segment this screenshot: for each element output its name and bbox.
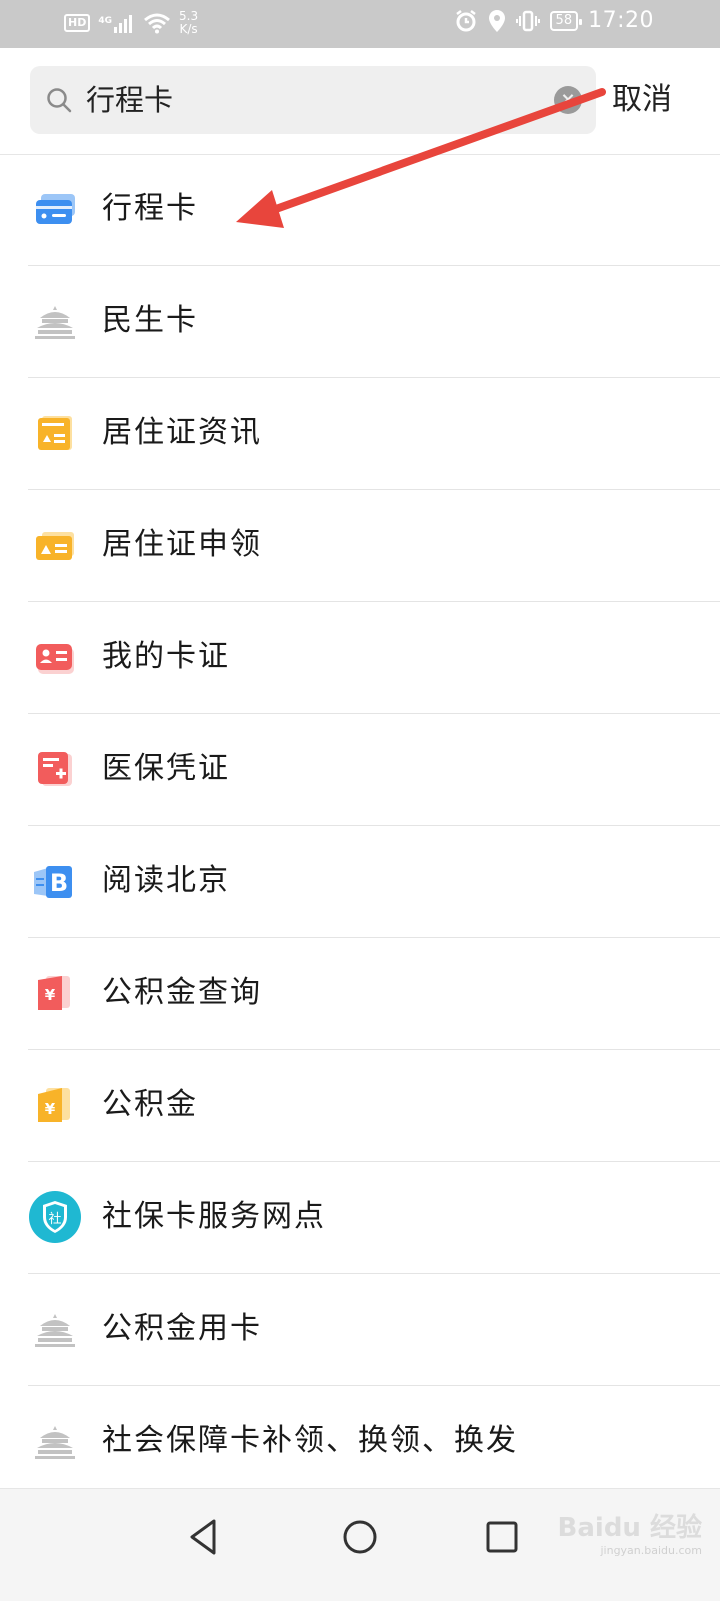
list-item[interactable]: 民生卡 (28, 266, 720, 378)
status-right: 58 17:20 (454, 8, 654, 33)
battery-icon: 58 (549, 10, 582, 31)
temple-icon (35, 1314, 75, 1347)
item-label: 公积金查询 (102, 975, 262, 1010)
recents-square-icon[interactable] (476, 1511, 528, 1563)
trip-card-icon (36, 194, 75, 224)
item-label: 居住证申领 (102, 527, 262, 562)
temple-icon (35, 306, 75, 339)
home-circle-icon[interactable] (334, 1511, 386, 1563)
list-item[interactable]: ¥ 公积金查询 (28, 938, 720, 1050)
svg-text:¥: ¥ (45, 1100, 56, 1118)
list-item[interactable]: 行程卡 (28, 154, 720, 266)
location-icon (488, 9, 505, 32)
clear-icon[interactable]: × (554, 86, 582, 114)
list-item[interactable]: B 阅读北京 (28, 826, 720, 938)
item-label: 民生卡 (102, 303, 198, 338)
search-header: 行程卡 × 取消 (0, 48, 720, 155)
list-item[interactable]: 社 社保卡服务网点 (28, 1162, 720, 1274)
search-icon (47, 88, 72, 113)
list-item[interactable]: 我的卡证 (28, 602, 720, 714)
my-cards-icon (36, 644, 74, 674)
search-results-list: 行程卡 民生卡 居住证资讯 居住证申领 我的卡证 医保凭证 B 阅读北京 ¥ 公… (0, 154, 720, 1497)
read-beijing-icon: B (34, 866, 72, 898)
residence-apply-icon (36, 532, 74, 560)
medical-insurance-icon (38, 752, 72, 786)
list-item[interactable]: 社会保障卡补领、换领、换发 (28, 1386, 720, 1497)
svg-text:B: B (50, 869, 68, 897)
status-left: HD 4G 5.3 K/s (64, 10, 198, 36)
item-label: 我的卡证 (102, 639, 230, 674)
item-label: 公积金用卡 (102, 1311, 262, 1346)
list-item[interactable]: 医保凭证 (28, 714, 720, 826)
status-bar: HD 4G 5.3 K/s 58 17:20 (0, 0, 720, 48)
residence-info-icon (38, 416, 72, 450)
item-label: 公积金 (102, 1087, 198, 1122)
item-label: 阅读北京 (102, 863, 230, 898)
social-security-shield-icon: 社 (29, 1191, 81, 1243)
alarm-icon (455, 9, 476, 31)
watermark-url: jingyan.baidu.com (600, 1544, 702, 1557)
search-input[interactable]: 行程卡 × (30, 66, 596, 134)
clock: 17:20 (588, 8, 654, 33)
list-item[interactable]: 公积金用卡 (28, 1274, 720, 1386)
fund-query-icon: ¥ (38, 976, 70, 1010)
item-label: 行程卡 (102, 191, 198, 226)
watermark: Baidu 经验 jingyan.baidu.com (558, 1507, 702, 1557)
cancel-button[interactable]: 取消 (612, 78, 672, 122)
network-speed: 5.3 K/s (179, 10, 198, 36)
watermark-logo: Baidu 经验 (557, 1513, 702, 1543)
list-item[interactable]: 居住证申领 (28, 490, 720, 602)
svg-text:¥: ¥ (45, 986, 56, 1004)
item-label: 社保卡服务网点 (102, 1199, 326, 1234)
item-label: 居住证资讯 (102, 415, 262, 450)
vibrate-icon (515, 10, 540, 31)
speed-unit: K/s (179, 22, 198, 36)
hd-badge: HD (64, 14, 91, 32)
item-label: 医保凭证 (102, 751, 230, 786)
navigation-bar: Baidu 经验 jingyan.baidu.com (0, 1488, 720, 1601)
list-item[interactable]: ¥ 公积金 (28, 1050, 720, 1162)
back-triangle-icon[interactable] (178, 1511, 230, 1563)
fund-icon: ¥ (38, 1088, 70, 1122)
shield-badge-text: 社 (48, 1211, 61, 1227)
list-item[interactable]: 居住证资讯 (28, 378, 720, 490)
temple-icon (35, 1426, 75, 1459)
network-type: 4G (98, 16, 112, 26)
signal-icon: 4G (98, 13, 135, 33)
search-query[interactable]: 行程卡 (86, 80, 173, 120)
item-label: 社会保障卡补领、换领、换发 (102, 1423, 518, 1458)
wifi-icon (144, 13, 170, 34)
